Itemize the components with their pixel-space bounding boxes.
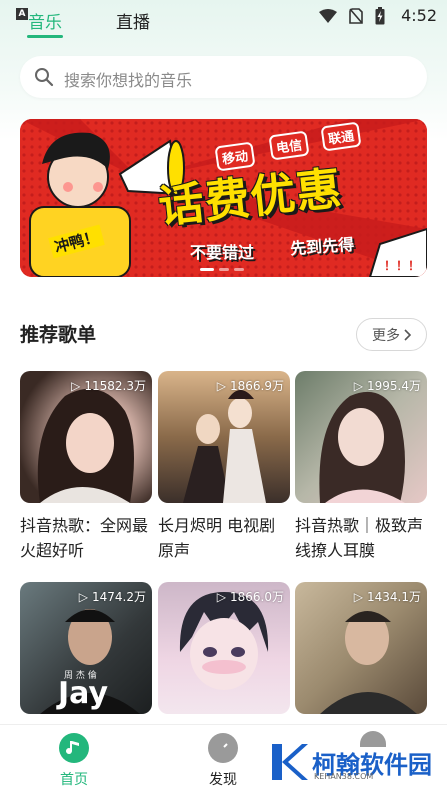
search-icon: [35, 68, 54, 87]
nav-discover[interactable]: 发现: [183, 733, 263, 789]
no-sim-icon: [349, 8, 363, 24]
tab-active-indicator: [27, 35, 63, 38]
play-count-value: 1474.2万: [92, 590, 146, 604]
banner-sub-left: 不要错过: [190, 243, 255, 262]
playlist-title: 抖音热歌：全网最火超好听: [20, 516, 149, 560]
playlist-title: 抖音热歌｜极致声线撩人耳膜: [295, 516, 424, 560]
playlist-card[interactable]: ▷ 11582.3万 抖音热歌：全网最火超好听: [20, 371, 152, 563]
nav-discover-label: 发现: [209, 772, 237, 788]
playlist-cover: 周 杰 倫 Jay ▷ 1474.2万: [20, 582, 152, 714]
cover-text-jay: Jay: [58, 676, 109, 711]
playlist-title: 长月烬明 电视剧原声: [158, 516, 276, 560]
play-count-value: 1866.9万: [230, 379, 284, 393]
play-icon: ▷: [353, 378, 363, 393]
play-icon: ▷: [216, 378, 226, 393]
watermark-url: KEHAN38.COM: [314, 772, 374, 781]
tab-live[interactable]: 直播: [116, 8, 150, 33]
play-count: ▷ 1434.1万: [354, 588, 421, 605]
play-count-value: 1995.4万: [367, 379, 421, 393]
playlist-card[interactable]: 周 杰 倫 Jay ▷ 1474.2万: [20, 582, 152, 714]
chevron-right-icon: [404, 328, 411, 341]
watermark-logo-icon: [272, 744, 308, 780]
battery-charging-icon: [375, 7, 385, 25]
playlist-card[interactable]: ▷ 1866.0万: [158, 582, 290, 714]
search-bar[interactable]: 搜索你想找的音乐: [20, 56, 427, 98]
play-count-value: 11582.3万: [84, 379, 146, 393]
banner-tag-unicom: 联通: [320, 121, 362, 152]
play-count: ▷ 1474.2万: [79, 588, 146, 605]
play-icon: ▷: [71, 378, 81, 393]
more-label: 更多: [372, 327, 400, 344]
play-count-value: 1434.1万: [367, 590, 421, 604]
play-count: ▷ 1866.0万: [217, 588, 284, 605]
banner-dot: [234, 268, 244, 271]
nav-home[interactable]: 首页: [34, 733, 114, 789]
watermark: 柯翰软件园 KEHAN38.COM: [268, 742, 432, 782]
playlist-card[interactable]: ▷ 1434.1万: [295, 582, 427, 714]
playlist-cover: ▷ 1995.4万: [295, 371, 427, 503]
tab-music[interactable]: 音乐: [28, 8, 62, 33]
playlist-cover: ▷ 11582.3万: [20, 371, 152, 503]
play-count: ▷ 1866.9万: [217, 377, 284, 394]
playlist-cover: ▷ 1434.1万: [295, 582, 427, 714]
play-icon: ▷: [353, 589, 363, 604]
music-note-icon: [59, 733, 89, 763]
play-count-value: 1866.0万: [230, 590, 284, 604]
status-time: 4:52: [401, 6, 437, 25]
search-placeholder: 搜索你想找的音乐: [64, 71, 193, 90]
banner-exclaim: ！！！: [384, 259, 421, 273]
play-count: ▷ 11582.3万: [71, 377, 146, 394]
top-tabs: 音乐 直播: [0, 2, 300, 42]
nav-home-label: 首页: [60, 772, 88, 788]
play-count: ▷ 1995.4万: [354, 377, 421, 394]
status-icons: [319, 7, 385, 25]
playlist-cover: ▷ 1866.9万: [158, 371, 290, 503]
more-button[interactable]: 更多: [356, 318, 427, 351]
banner-sub-right: 先到先得: [289, 234, 355, 259]
compass-icon: [208, 733, 238, 763]
playlist-card[interactable]: ▷ 1995.4万 抖音热歌｜极致声线撩人耳膜: [295, 371, 427, 563]
section-title: 推荐歌单: [20, 324, 97, 346]
banner-pagination: [200, 268, 244, 271]
wifi-icon: [319, 9, 337, 23]
play-icon: ▷: [216, 589, 226, 604]
play-icon: ▷: [78, 589, 88, 604]
banner-dot: [200, 268, 214, 271]
playlist-cover: ▷ 1866.0万: [158, 582, 290, 714]
promo-banner[interactable]: 移动 电信 联通 话费优惠 不要错过 先到先得 冲鸭！ ！！！: [20, 119, 427, 277]
banner-dot: [219, 268, 229, 271]
playlist-card[interactable]: ▷ 1866.9万 长月烬明 电视剧原声: [158, 371, 290, 563]
